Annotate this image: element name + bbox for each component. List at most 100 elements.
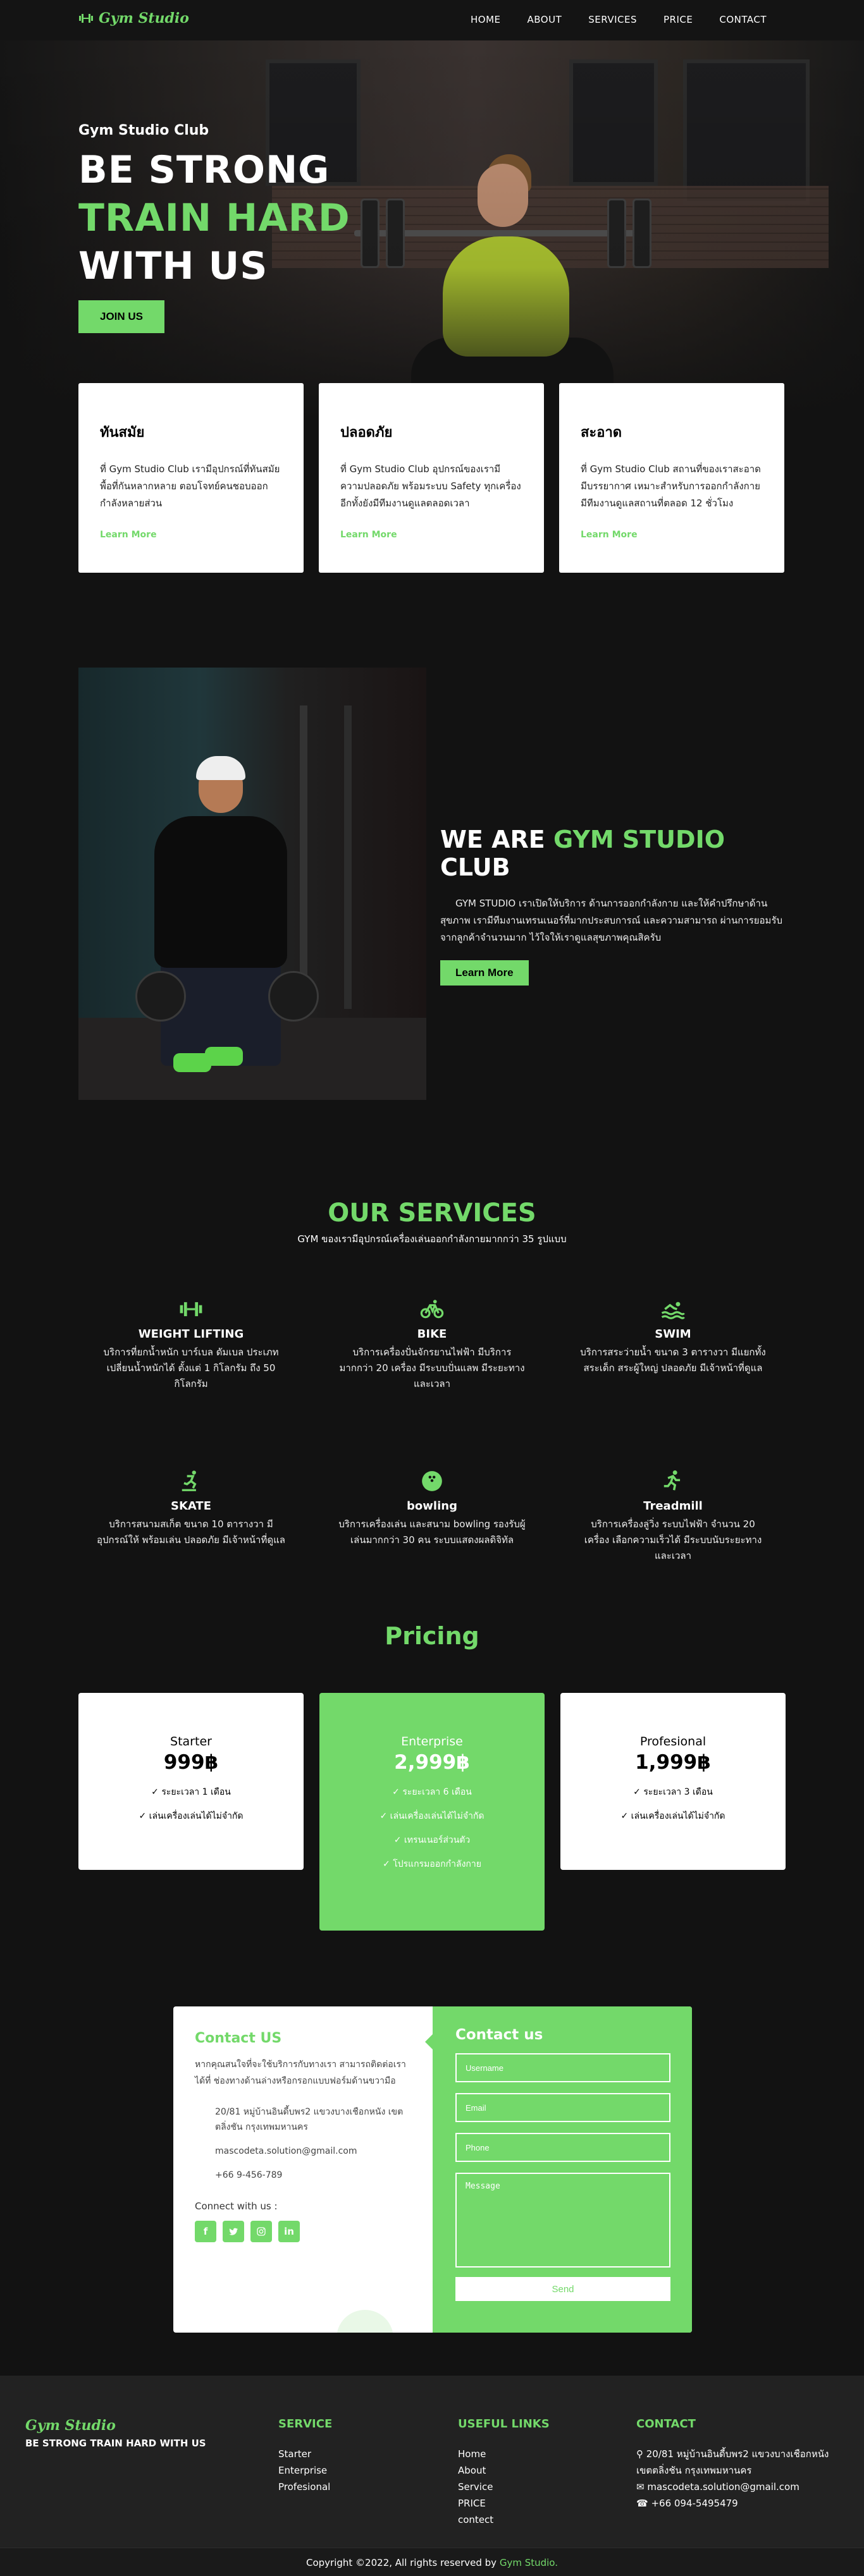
top-navbar: Gym Studio HOME ABOUT SERVICES PRICE CON… <box>0 0 864 40</box>
service-text: บริการเครื่องเล่น และสนาม bowling รองรับ… <box>338 1518 526 1546</box>
nav-link-services[interactable]: SERVICES <box>588 14 637 25</box>
service-title: Treadmill <box>643 1499 703 1513</box>
hero-section: Gym Studio Club BE STRONG TRAIN HARD WIT… <box>0 40 864 420</box>
nav-link-about[interactable]: ABOUT <box>528 14 562 25</box>
dumbbell-icon <box>79 14 93 23</box>
footer-service-link[interactable]: Starter <box>278 2446 332 2462</box>
contact-description: หากคุณสนใจที่จะใช้บริการกับทางเรา สามารถ… <box>195 2060 406 2086</box>
brand-logo[interactable]: Gym Studio <box>78 10 189 27</box>
footer-service-link[interactable]: Profesional <box>278 2479 332 2495</box>
brand-name: Gym Studio <box>99 10 189 27</box>
footer-useful-link[interactable]: Service <box>458 2479 550 2495</box>
feature-card-learn-more-link[interactable]: Learn More <box>100 530 282 540</box>
connect-label: Connect with us : <box>195 2201 278 2212</box>
footer-phone[interactable]: ☎ +66 094-5495479 <box>636 2495 845 2512</box>
footer: Gym Studio BE STRONG TRAIN HARD WITH US … <box>0 2376 864 2576</box>
runner-icon <box>663 1470 681 1491</box>
plan-feature: ✓ ระยะเวลา 1 เดือน <box>151 1787 231 1797</box>
swimmer-icon <box>661 1302 685 1319</box>
instagram-icon[interactable] <box>250 2221 272 2242</box>
footer-useful-link[interactable]: PRICE <box>458 2495 550 2512</box>
nav-link-price[interactable]: PRICE <box>663 14 693 25</box>
about-title-post: CLUB <box>440 853 510 881</box>
facebook-icon[interactable]: f <box>195 2221 216 2242</box>
contact-email[interactable]: mascodeta.solution@gmail.com <box>195 2144 411 2159</box>
username-field[interactable] <box>455 2053 670 2082</box>
about-title: WE ARE GYM STUDIO CLUB <box>440 826 794 881</box>
contact-form-title: Contact us <box>455 2027 543 2043</box>
footer-email-text: mascodeta.solution@gmail.com <box>647 2481 799 2493</box>
services-subtitle: GYM ของเรามีอุปกรณ์เครื่องเล่นออกกำลังกา… <box>297 1233 567 1245</box>
copyright-brand[interactable]: Gym Studio. <box>500 2557 558 2568</box>
footer-contact-column: CONTACT ⚲ 20/81 หมู่บ้านอินดี้บพร2 แขวงบ… <box>636 2417 845 2512</box>
hero-kicker: Gym Studio Club <box>78 123 209 138</box>
dumbbell-icon <box>180 1302 202 1317</box>
footer-address: ⚲ 20/81 หมู่บ้านอินดี้บพร2 แขวงบางเชือกห… <box>636 2446 845 2479</box>
footer-email[interactable]: ✉ mascodeta.solution@gmail.com <box>636 2479 845 2495</box>
service-text: บริการสระว่ายน้ำ ขนาด 3 ตารางวา มีแยกทั้… <box>580 1346 766 1374</box>
envelope-icon: ✉ <box>636 2481 648 2493</box>
phone-field[interactable] <box>455 2133 670 2162</box>
pricing-title: Pricing <box>385 1622 479 1650</box>
copyright-bar: Copyright ©2022, All rights reserved by … <box>0 2548 864 2576</box>
pricing-plan-starter[interactable]: Starter 999฿ ✓ ระยะเวลา 1 เดือน ✓ เล่นเค… <box>78 1693 304 1870</box>
footer-service-column: SERVICE Starter Enterprise Profesional <box>278 2417 332 2495</box>
services-title: OUR SERVICES <box>328 1199 536 1228</box>
hero-text: Gym Studio Club BE STRONG TRAIN HARD WIT… <box>78 123 350 333</box>
contact-phone[interactable]: +66 9-456-789 <box>195 2168 411 2183</box>
email-field[interactable] <box>455 2093 670 2122</box>
plan-feature: ✓ เทรนเนอร์ส่วนตัว <box>393 1835 471 1845</box>
footer-brand[interactable]: Gym Studio <box>25 2417 116 2434</box>
hero-line-1: BE STRONG <box>78 148 330 192</box>
feature-card-title: ทันสมัย <box>100 425 145 441</box>
nav-link-contact[interactable]: CONTACT <box>719 14 767 25</box>
service-item: bowling บริการเครื่องเล่น และสนาม bowlin… <box>337 1469 527 1548</box>
feature-cards: ทันสมัย ที่ Gym Studio Club เรามีอุปกรณ์… <box>78 383 786 573</box>
footer-service-link[interactable]: Enterprise <box>278 2462 332 2479</box>
map-marker-icon: ⚲ <box>636 2448 646 2460</box>
twitter-icon[interactable] <box>223 2221 244 2242</box>
about-bg-rack <box>344 705 352 1009</box>
nav-links: HOME ABOUT SERVICES PRICE CONTACT <box>471 14 767 25</box>
service-item: SWIM บริการสระว่ายน้ำ ขนาด 3 ตารางวา มีแ… <box>578 1297 768 1376</box>
social-links: f in <box>195 2221 411 2242</box>
footer-useful-link[interactable]: contect <box>458 2512 550 2528</box>
nav-link-home[interactable]: HOME <box>471 14 501 25</box>
contact-info: Contact US หากคุณสนใจที่จะใช้บริการกับทา… <box>173 2006 433 2333</box>
linkedin-icon[interactable]: in <box>278 2221 300 2242</box>
feature-card-learn-more-link[interactable]: Learn More <box>581 530 763 540</box>
footer-slogan: BE STRONG TRAIN HARD WITH US <box>25 2438 206 2449</box>
pricing-plan-profesional[interactable]: Profesional 1,999฿ ✓ ระยะเวลา 3 เดือน ✓ … <box>560 1693 786 1870</box>
plan-feature: ✓ ระยะเวลา 3 เดือน <box>633 1787 713 1797</box>
plan-feature: ✓ เล่นเครื่องเล่นได้ไม่จำกัด <box>380 1811 484 1821</box>
service-title: SWIM <box>655 1328 691 1341</box>
feature-card-learn-more-link[interactable]: Learn More <box>340 530 522 540</box>
message-field[interactable] <box>455 2173 670 2268</box>
hero-line-3: WITH US <box>78 244 268 288</box>
plan-name: Enterprise <box>401 1735 463 1749</box>
contact-section: Contact US หากคุณสนใจที่จะใช้บริการกับทา… <box>173 2006 692 2333</box>
plan-feature: ✓ โปรแกรมออกกำลังกาย <box>383 1859 481 1869</box>
about-athlete-body <box>154 816 287 968</box>
footer-column-title: CONTACT <box>636 2417 696 2431</box>
about-dumbbell <box>268 971 319 1022</box>
about-image <box>78 668 426 1100</box>
footer-links-column: USEFUL LINKS Home About Service PRICE co… <box>458 2417 550 2528</box>
about-learn-more-button[interactable]: Learn More <box>440 960 529 986</box>
plan-feature: ✓ ระยะเวลา 6 เดือน <box>392 1787 472 1797</box>
about-title-accent: GYM STUDIO <box>553 826 725 853</box>
footer-useful-link[interactable]: About <box>458 2462 550 2479</box>
feature-card: ทันสมัย ที่ Gym Studio Club เรามีอุปกรณ์… <box>78 383 304 573</box>
contact-title: Contact US <box>195 2030 282 2046</box>
join-us-button[interactable]: JOIN US <box>78 300 165 333</box>
contact-address: 20/81 หมู่บ้านอินดี้บพร2 แขวงบางเชือกหนั… <box>215 2107 404 2132</box>
service-item: SKATE บริการสนามสเก็ต ขนาด 10 ตารางวา มี… <box>96 1469 286 1548</box>
service-item: BIKE บริการเครื่องปั่นจักรยานไฟฟ้า มีบริ… <box>337 1297 527 1392</box>
phone-icon: ☎ <box>636 2498 651 2509</box>
footer-useful-link[interactable]: Home <box>458 2446 550 2462</box>
plan-name: Starter <box>170 1735 212 1749</box>
about-text: WE ARE GYM STUDIO CLUB GYM STUDIO เราเปิ… <box>440 826 794 986</box>
send-button[interactable]: Send <box>455 2277 670 2301</box>
copyright-text: Copyright ©2022, All rights reserved by <box>306 2557 497 2568</box>
pricing-plan-enterprise[interactable]: Enterprise 2,999฿ ✓ ระยะเวลา 6 เดือน ✓ เ… <box>319 1693 545 1931</box>
